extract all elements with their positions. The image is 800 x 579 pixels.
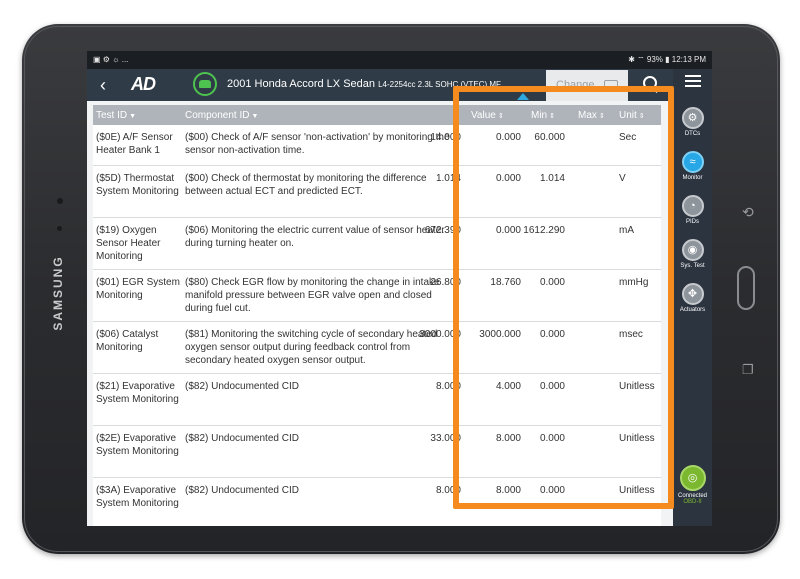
status-bar: ▣ ⚙ ☼ ... ✱ ⌔ 93% ▮ 12:13 PM <box>87 51 712 69</box>
cell-value: 8.000 <box>435 485 461 496</box>
change-vehicle-label: Change <box>556 79 595 91</box>
nav-monitor-label: Monitor <box>682 175 703 181</box>
vehicle-icon[interactable] <box>193 72 217 96</box>
sensor-icon <box>57 226 62 231</box>
cell-value: 672.390 <box>424 225 461 236</box>
cell-unit: msec <box>619 329 643 340</box>
header-test-id[interactable]: Test ID ▼ <box>96 110 136 121</box>
cell-test-id: ($2E) Evaporative System Monitoring <box>96 433 179 457</box>
sort-caret-icon: ▼ <box>251 113 259 120</box>
cell-value: 26.800 <box>430 277 461 288</box>
cell-test-id: ($21) Evaporative System Monitoring <box>96 381 179 405</box>
monitor-table: Test ID ▼ Component ID ▼ Value ⇕ Min ⇕ Max ⇕ … <box>93 105 661 526</box>
cell-test-id: ($3A) Evaporative System Monitoring <box>96 485 179 509</box>
cell-max: 0.000 <box>539 433 565 444</box>
table-row[interactable]: ($21) Evaporative System Monitoring ($82… <box>93 374 661 426</box>
table-row[interactable]: ($2E) Evaporative System Monitoring ($82… <box>93 426 661 478</box>
cell-max: 0.000 <box>539 485 565 496</box>
nav-monitor[interactable]: ≈ Monitor <box>673 151 712 181</box>
car-outline-icon <box>604 80 618 91</box>
side-nav: ⚙ DTCs ≈ Monitor ◔ PIDs ◉ Sys. Test ✥ Ac… <box>673 69 712 526</box>
vehicle-engine: L4-2254cc 2.3L SOHC (VTEC) MF... <box>378 80 507 89</box>
status-left: ▣ ⚙ ☼ ... <box>93 55 129 64</box>
cell-unit: mA <box>619 225 634 236</box>
sort-caret-icon: ⇕ <box>549 113 555 120</box>
system-test-icon: ◉ <box>681 239 704 261</box>
nav-sys-test[interactable]: ◉ Sys. Test <box>673 239 712 269</box>
header-min[interactable]: Min ⇕ <box>531 110 555 121</box>
nav-dtcs-label: DTCs <box>684 131 701 137</box>
table-row[interactable]: ($19) Oxygen Sensor Heater Monitoring ($… <box>93 218 661 270</box>
vehicle-name: 2001 Honda Accord LX Sedan <box>227 78 376 90</box>
cell-unit: mmHg <box>619 277 649 288</box>
sort-caret-icon: ⇕ <box>497 113 504 120</box>
nav-actuators[interactable]: ✥ Actuators <box>673 283 712 313</box>
nav-sys-test-label: Sys. Test <box>680 263 705 269</box>
nav-pids[interactable]: ◔ PIDs <box>673 195 712 225</box>
header-max[interactable]: Max ⇕ <box>578 110 605 121</box>
cell-max: 60.000 <box>534 132 565 143</box>
table-header: Test ID ▼ Component ID ▼ Value ⇕ Min ⇕ Max ⇕ … <box>93 105 661 125</box>
status-right: ✱ ⌔ 93% ▮ 12:13 PM <box>628 55 706 64</box>
cell-max: 0.000 <box>539 381 565 392</box>
cell-unit: Unitless <box>619 485 655 496</box>
table-row[interactable]: ($0E) A/F Sensor Heater Bank 1 ($00) Che… <box>93 125 661 166</box>
cell-unit: Unitless <box>619 381 655 392</box>
actuators-icon: ✥ <box>681 283 704 305</box>
hardware-home-button[interactable] <box>737 266 755 310</box>
cell-max: 0.000 <box>539 277 565 288</box>
cell-value: 8.000 <box>435 381 461 392</box>
app-logo: AD <box>131 74 156 94</box>
cell-max: 0.000 <box>539 329 565 340</box>
table-row[interactable]: ($5D) Thermostat System Monitoring ($00)… <box>93 166 661 218</box>
cell-test-id: ($19) Oxygen Sensor Heater Monitoring <box>96 225 161 262</box>
cell-value: 14.000 <box>430 132 461 143</box>
table-row[interactable]: ($06) Catalyst Monitoring ($81) Monitori… <box>93 322 661 374</box>
table-row[interactable]: ($3A) Evaporative System Monitoring ($82… <box>93 478 661 526</box>
monitor-icon: ≈ <box>681 151 704 173</box>
sort-caret-icon: ⇕ <box>598 113 605 120</box>
connected-icon: ◎ <box>679 465 706 491</box>
gauge-icon: ◔ <box>681 195 704 217</box>
cell-value: 1.014 <box>435 173 461 184</box>
cell-unit: Sec <box>619 132 637 143</box>
connection-status[interactable]: ◎ Connected OBD-II <box>673 465 712 505</box>
camera-icon <box>57 198 63 204</box>
sort-caret-icon: ▼ <box>129 113 137 120</box>
cell-unit: Unitless <box>619 433 655 444</box>
cell-test-id: ($5D) Thermostat System Monitoring <box>96 173 179 197</box>
hardware-recent-icon[interactable]: ❐ <box>742 362 754 378</box>
cell-max: 1612.290 <box>523 225 565 236</box>
engine-icon: ⚙ <box>681 107 704 129</box>
cell-test-id: ($01) EGR System Monitoring <box>96 277 180 301</box>
nav-pids-label: PIDs <box>685 219 699 225</box>
cell-test-id: ($06) Catalyst Monitoring <box>96 329 159 353</box>
hamburger-menu-icon[interactable] <box>685 75 701 90</box>
header-unit[interactable]: Unit ⇕ <box>619 110 645 121</box>
cell-max: 1.014 <box>539 173 565 184</box>
header-value[interactable]: Value ⇕ <box>471 110 504 121</box>
back-arrow-icon[interactable]: ‹ <box>95 75 111 95</box>
device-brand: SAMSUNG <box>51 255 65 331</box>
change-vehicle-button[interactable]: Change <box>546 70 628 101</box>
nav-dtcs[interactable]: ⚙ DTCs <box>673 107 712 137</box>
cell-value: 3000.000 <box>419 329 461 340</box>
nav-actuators-label: Actuators <box>679 307 706 313</box>
cell-test-id: ($0E) A/F Sensor Heater Bank 1 <box>96 132 173 156</box>
connected-sub-label: OBD-II <box>683 499 702 505</box>
search-button[interactable] <box>639 73 663 97</box>
cell-unit: V <box>619 173 626 184</box>
hardware-back-icon[interactable]: ⟲ <box>742 204 754 221</box>
app-screen: ▣ ⚙ ☼ ... ✱ ⌔ 93% ▮ 12:13 PM ‹ AD 2001 H… <box>87 51 712 526</box>
sort-caret-icon: ⇕ <box>638 113 645 120</box>
header-component-id[interactable]: Component ID ▼ <box>185 110 258 121</box>
table-row[interactable]: ($01) EGR System Monitoring ($80) Check … <box>93 270 661 322</box>
vehicle-title: 2001 Honda Accord LX Sedan L4-2254cc 2.3… <box>227 78 507 90</box>
cell-value: 33.000 <box>430 433 461 444</box>
collapse-triangle-icon[interactable] <box>517 93 529 100</box>
